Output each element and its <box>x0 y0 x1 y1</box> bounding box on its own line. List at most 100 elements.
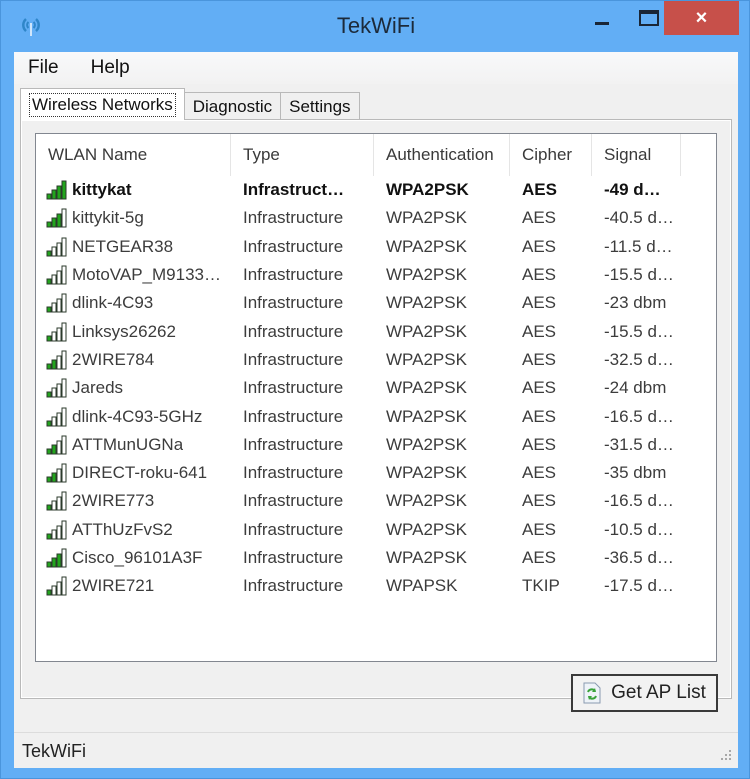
signal-bar <box>56 553 62 568</box>
signal-strength-icon <box>46 180 67 200</box>
cell-authentication: WPA2PSK <box>386 265 467 285</box>
cell-authentication: WPA2PSK <box>386 491 467 511</box>
signal-bar <box>56 213 62 228</box>
menu-file[interactable]: File <box>28 57 59 79</box>
signal-bar <box>61 180 67 200</box>
cell-authentication: WPA2PSK <box>386 236 467 256</box>
wlan-name-text: DIRECT-roku-641 <box>72 463 208 483</box>
cell-signal: -15.5 d… <box>604 321 674 341</box>
tab-wireless-networks[interactable]: Wireless Networks <box>20 88 185 120</box>
wlan-name-text: kittykat <box>72 180 132 200</box>
column-header-cipher[interactable]: Cipher <box>510 134 592 176</box>
cell-wlan-name: ATTMunUGNa <box>36 435 231 455</box>
network-row[interactable]: ATTMunUGNa Infrastructure WPA2PSK AES -31.5 … <box>36 431 716 459</box>
signal-bar <box>46 306 52 313</box>
signal-bar <box>46 476 52 483</box>
cell-cipher: AES <box>522 349 557 369</box>
cell-authentication: WPA2PSK <box>386 519 467 539</box>
resize-grip-icon[interactable] <box>718 748 732 762</box>
signal-bar <box>51 557 57 568</box>
network-row[interactable]: 2WIRE773 Infrastructure WPA2PSK AES -16.5 d… <box>36 487 716 515</box>
cell-signal: -49 d… <box>604 180 661 200</box>
get-ap-list-button[interactable]: Get AP List <box>571 674 718 712</box>
menu-bar: File Help <box>14 52 738 84</box>
cell-cipher: AES <box>522 463 557 483</box>
cell-authentication: WPA2PSK <box>386 180 469 200</box>
wlan-name-text: ATThUzFvS2 <box>72 519 173 539</box>
cell-type: Infrastructure <box>243 293 344 313</box>
cell-wlan-name: NETGEAR38 <box>36 237 231 257</box>
network-row[interactable]: DIRECT-roku-641 Infrastructure WPA2PSK AES -… <box>36 459 716 487</box>
signal-bar <box>56 270 62 285</box>
column-header-signal[interactable]: Signal <box>592 134 681 176</box>
cell-authentication: WPA2PSK <box>386 548 467 567</box>
cell-signal: -16.5 d… <box>604 491 674 511</box>
menu-help[interactable]: Help <box>91 57 130 79</box>
list-body: kittykat Infrastruct… WPA2PSK AES -49 d… kitt… <box>36 176 716 600</box>
cell-wlan-name: 2WIRE721 <box>36 576 231 596</box>
cell-cipher: AES <box>522 378 557 398</box>
signal-bar <box>56 327 62 342</box>
network-row[interactable]: Linksys26262 Infrastructure WPA2PSK AES -15.… <box>36 317 716 345</box>
cell-cipher: AES <box>522 265 557 285</box>
signal-bar <box>46 221 52 228</box>
network-row[interactable]: Cisco_96101A3F Infrastructure WPA2PSK AES -3… <box>36 544 716 572</box>
signal-strength-icon <box>46 378 67 398</box>
tab-diagnostic[interactable]: Diagnostic <box>183 92 282 120</box>
column-header-wlan-name[interactable]: WLAN Name <box>36 134 231 176</box>
network-row[interactable]: Jareds Infrastructure WPA2PSK AES -24 dbm <box>36 374 716 402</box>
wlan-name-text: 2WIRE721 <box>72 576 155 596</box>
cell-cipher: AES <box>522 208 557 228</box>
signal-bar <box>51 217 57 228</box>
cell-cipher: TKIP <box>522 576 560 596</box>
signal-bar <box>61 463 67 483</box>
cell-authentication: WPA2PSK <box>386 293 467 313</box>
cell-cipher: AES <box>522 321 557 341</box>
column-header-type[interactable]: Type <box>231 134 374 176</box>
network-row[interactable]: 2WIRE784 Infrastructure WPA2PSK AES -32.5 d… <box>36 346 716 374</box>
signal-bar <box>61 435 67 455</box>
network-row[interactable]: dlink-4C93-5GHz Infrastructure WPA2PSK AES -… <box>36 402 716 430</box>
cell-type: Infrastructure <box>243 265 344 285</box>
signal-bar <box>56 581 62 596</box>
tab-panel-wireless-networks: WLAN Name Type Authentication Cipher Sig… <box>20 119 732 712</box>
cell-cipher: AES <box>522 236 557 256</box>
cell-type: Infrastructure <box>243 349 344 369</box>
cell-authentication: WPAPSK <box>386 576 458 596</box>
cell-authentication: WPA2PSK <box>386 208 467 228</box>
tab-panel-body: WLAN Name Type Authentication Cipher Sig… <box>22 121 730 712</box>
list-header: WLAN Name Type Authentication Cipher Sig… <box>36 134 716 176</box>
wlan-name-text: Linksys26262 <box>72 321 176 341</box>
network-row[interactable]: MotoVAP_M9133… Infrastructure WPA2PSK AES -1… <box>36 261 716 289</box>
network-row[interactable]: NETGEAR38 Infrastructure WPA2PSK AES -11.5 d… <box>36 233 716 261</box>
signal-strength-icon <box>46 350 67 370</box>
signal-bar <box>61 322 67 342</box>
close-button[interactable]: × <box>664 1 739 35</box>
network-row[interactable]: dlink-4C93 Infrastructure WPA2PSK AES -23 db… <box>36 289 716 317</box>
column-header-authentication[interactable]: Authentication <box>374 134 510 176</box>
title-bar[interactable]: TekWiFi × <box>1 1 750 49</box>
cell-wlan-name: dlink-4C93-5GHz <box>36 407 231 427</box>
status-text: TekWiFi <box>22 741 86 761</box>
column-header-filler <box>681 134 716 176</box>
network-row[interactable]: ATThUzFvS2 Infrastructure WPA2PSK AES -10.5 … <box>36 516 716 544</box>
signal-bar <box>61 378 67 398</box>
network-row[interactable]: kittykit-5g Infrastructure WPA2PSK AES -40.5… <box>36 204 716 232</box>
cell-wlan-name: dlink-4C93 <box>36 293 231 313</box>
network-row[interactable]: kittykat Infrastruct… WPA2PSK AES -49 d… <box>36 176 716 204</box>
signal-bar <box>51 444 57 455</box>
signal-bar <box>46 193 52 200</box>
app-window: TekWiFi × File Help Wireless Networks Di… <box>0 0 750 779</box>
networks-list[interactable]: WLAN Name Type Authentication Cipher Sig… <box>35 133 717 662</box>
tab-settings[interactable]: Settings <box>280 92 360 120</box>
cell-wlan-name: MotoVAP_M9133… <box>36 265 231 285</box>
minimize-button[interactable] <box>579 1 625 35</box>
signal-bar <box>51 274 57 285</box>
cell-cipher: AES <box>522 293 557 313</box>
cell-type: Infrastructure <box>243 321 344 341</box>
signal-bar <box>61 265 67 285</box>
cell-signal: -35 dbm <box>604 463 667 483</box>
tab-label: Wireless Networks <box>29 92 176 117</box>
network-row[interactable]: 2WIRE721 Infrastructure WPAPSK TKIP -17.5 d… <box>36 572 716 600</box>
signal-bar <box>46 420 52 427</box>
